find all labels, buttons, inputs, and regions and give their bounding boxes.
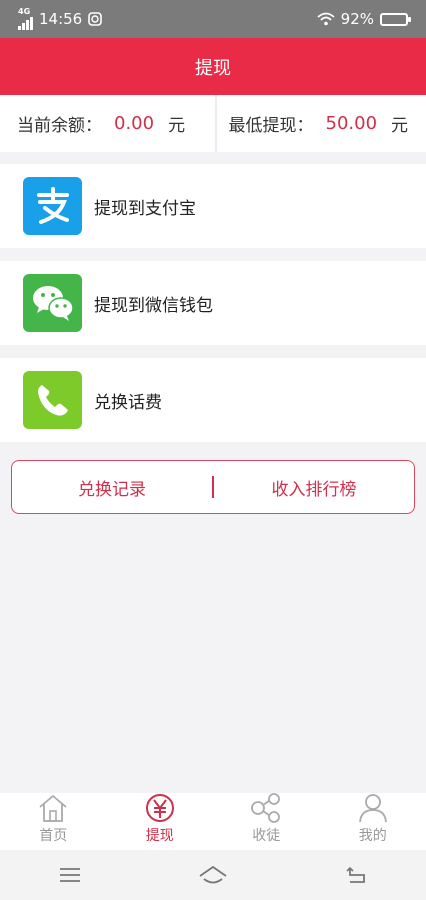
min-withdraw: 最低提现： 50.00 元 [214,95,426,152]
option-alipay-label: 提现到支付宝 [94,198,196,219]
tab-apprentice[interactable]: 收徒 [213,793,320,850]
wifi-icon [317,12,335,26]
back-icon[interactable] [344,865,368,885]
tab-home-label: 首页 [39,828,68,844]
tab-mine[interactable]: 我的 [320,793,426,850]
phone-icon [23,371,82,429]
tab-withdraw[interactable]: 提现 [107,793,214,850]
clock-app-icon [88,12,103,26]
tab-withdraw-label: 提现 [145,828,174,844]
signal-indicator: 4G [18,8,33,30]
alipay-icon [23,177,82,235]
option-phone[interactable]: 兑换话费 [0,358,426,442]
option-phone-label: 兑换话费 [94,392,162,413]
share-icon [251,793,281,823]
signal-icon [18,16,33,30]
status-time: 14:56 [39,10,83,28]
wechat-icon [23,274,82,332]
option-wechat-label: 提现到微信钱包 [94,295,213,316]
exchange-records-link[interactable]: 兑换记录 [12,475,212,500]
menu-icon[interactable] [58,865,82,885]
user-icon [358,794,387,823]
home-icon [39,794,67,822]
option-alipay[interactable]: 提现到支付宝 [0,164,426,248]
current-balance-value: 0.00 [114,113,155,134]
min-withdraw-value: 50.00 [325,113,378,134]
current-balance-label: 当前余额： [17,116,102,136]
tab-bar: 首页 提现 收徒 我的 [0,793,426,850]
home-button-icon[interactable] [198,864,228,886]
battery-icon [380,12,411,26]
income-ranking-link[interactable]: 收入排行榜 [214,475,414,500]
page-title: 提现 [195,57,231,79]
option-wechat[interactable]: 提现到微信钱包 [0,261,426,345]
network-type: 4G [18,7,31,16]
status-bar: 4G 14:56 92% [0,0,426,38]
balance-row: 当前余额： 0.00 元 最低提现： 50.00 元 [0,95,426,152]
status-right: 92% [317,10,411,28]
tab-apprentice-label: 收徒 [252,828,281,844]
current-balance: 当前余额： 0.00 元 [0,95,215,152]
system-nav-bar [0,850,426,900]
battery-percent: 92% [340,10,374,28]
tab-home[interactable]: 首页 [0,793,107,850]
current-balance-unit: 元 [168,116,186,136]
record-links: 兑换记录 收入排行榜 [11,460,415,514]
yen-icon [145,794,174,822]
title-bar: 提现 [0,38,426,95]
min-withdraw-label: 最低提现： [228,116,314,136]
tab-mine-label: 我的 [358,828,387,844]
status-left: 4G 14:56 [18,8,103,30]
min-withdraw-unit: 元 [391,116,409,136]
